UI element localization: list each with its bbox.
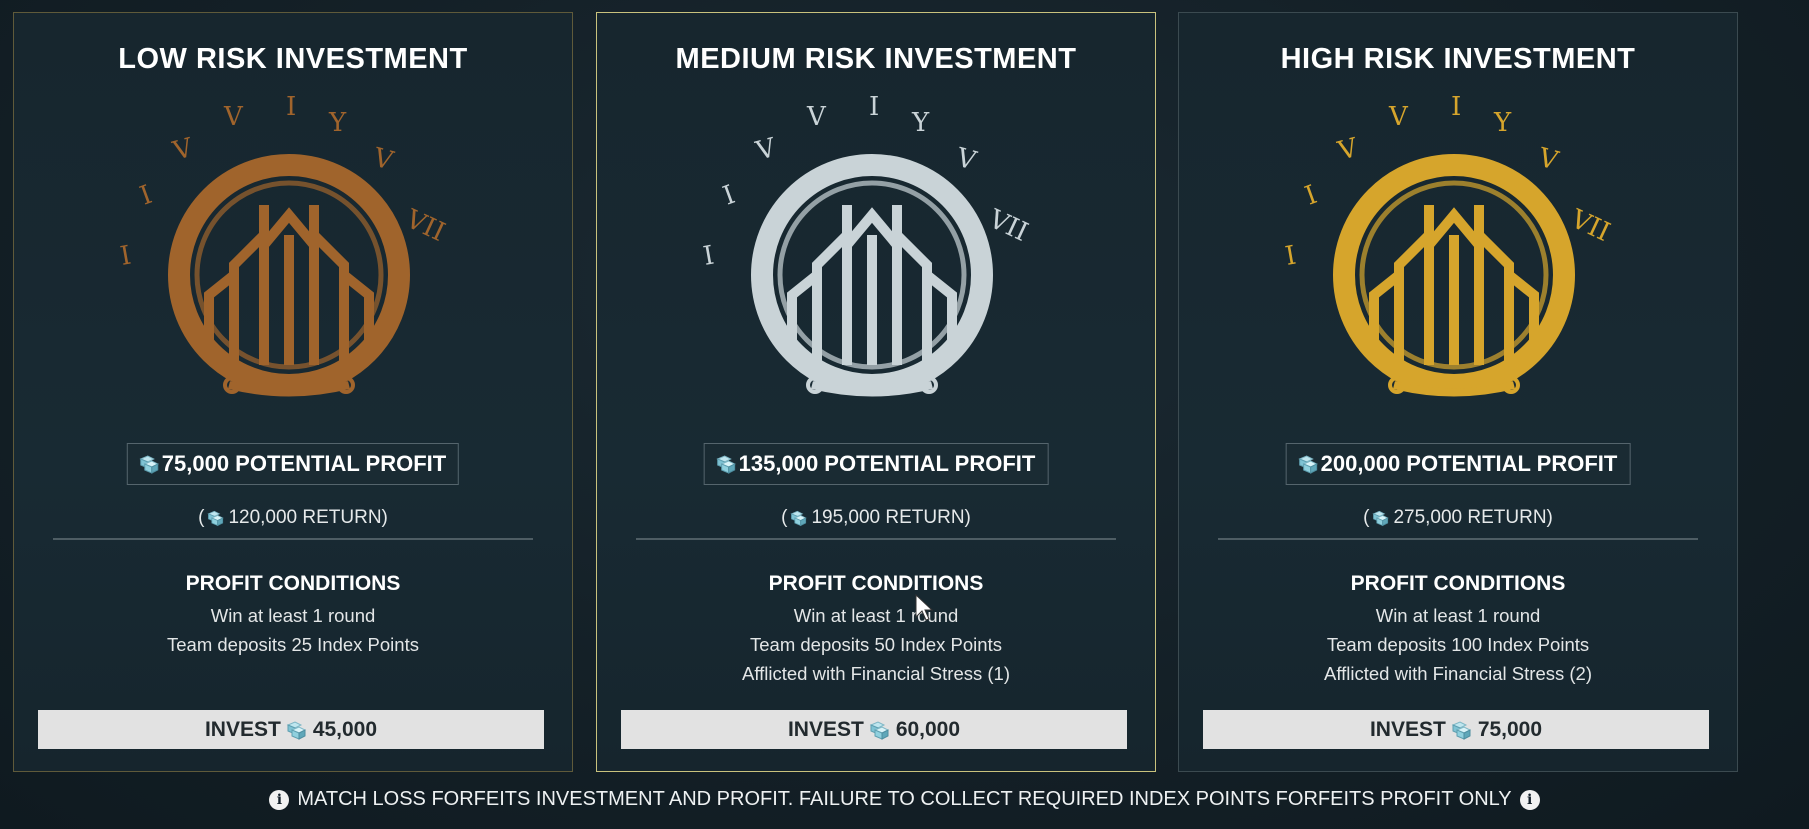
return-open-paren: ( xyxy=(1363,507,1370,528)
profit-conditions-title: PROFIT CONDITIONS xyxy=(1350,572,1566,595)
silver-emblem-icon xyxy=(697,95,1057,435)
profit-conditions-title: PROFIT CONDITIONS xyxy=(185,572,401,595)
platinum-icon xyxy=(715,452,739,476)
condition-item: Team deposits 25 Index Points xyxy=(167,634,419,655)
return-open-paren: ( xyxy=(198,507,205,528)
divider xyxy=(1218,538,1698,540)
condition-item: Win at least 1 round xyxy=(793,605,959,626)
invest-medium-button[interactable]: INVEST 60,000 xyxy=(621,710,1127,749)
invest-amount: 75,000 xyxy=(1477,717,1543,741)
condition-item: Afflicted with Financial Stress (1) xyxy=(741,663,1010,684)
condition-item: Team deposits 50 Index Points xyxy=(750,634,1002,655)
info-icon[interactable]: i xyxy=(269,789,290,810)
high-risk-card: HIGH RISK INVESTMENT 200,000 POTENTIAL P… xyxy=(1178,12,1738,772)
platinum-icon xyxy=(868,718,892,742)
potential-profit-text: 135,000 POTENTIAL PROFIT xyxy=(738,451,1036,476)
return-text: 195,000 RETURN) xyxy=(811,507,971,528)
invest-amount: 60,000 xyxy=(895,717,961,741)
invest-label: INVEST xyxy=(204,717,281,741)
divider xyxy=(53,538,533,540)
card-title: HIGH RISK INVESTMENT xyxy=(1280,43,1636,75)
gold-emblem-icon xyxy=(1279,95,1639,435)
mouse-cursor-icon xyxy=(915,593,934,621)
invest-label: INVEST xyxy=(787,717,864,741)
platinum-icon xyxy=(138,452,162,476)
potential-profit-text: 75,000 POTENTIAL PROFIT xyxy=(161,451,447,476)
condition-item: Win at least 1 round xyxy=(210,605,376,626)
condition-item: Team deposits 100 Index Points xyxy=(1326,634,1590,655)
footer-notice: i MATCH LOSS FORFEITS INVESTMENT AND PRO… xyxy=(0,788,1809,811)
potential-profit-box: 200,000 POTENTIAL PROFIT xyxy=(1285,443,1631,485)
invest-high-button[interactable]: INVEST 75,000 xyxy=(1203,710,1709,749)
card-title: MEDIUM RISK INVESTMENT xyxy=(675,43,1077,75)
footer-text: MATCH LOSS FORFEITS INVESTMENT AND PROFI… xyxy=(297,788,1512,810)
platinum-icon xyxy=(789,508,809,528)
return-line: ( 275,000 RETURN) xyxy=(1179,507,1737,529)
low-risk-card: LOW RISK INVESTMENT 75,000 POTENTIAL PRO… xyxy=(13,12,573,772)
potential-profit-box: 75,000 POTENTIAL PROFIT xyxy=(126,443,460,485)
invest-low-button[interactable]: INVEST 45,000 xyxy=(38,710,544,749)
info-icon[interactable]: i xyxy=(1519,789,1540,810)
return-text: 120,000 RETURN) xyxy=(228,507,388,528)
return-open-paren: ( xyxy=(781,507,788,528)
return-line: ( 120,000 RETURN) xyxy=(14,507,572,529)
return-text: 275,000 RETURN) xyxy=(1393,507,1553,528)
platinum-icon xyxy=(206,508,226,528)
platinum-icon xyxy=(1371,508,1391,528)
platinum-icon xyxy=(1297,452,1321,476)
platinum-icon xyxy=(1450,718,1474,742)
bronze-emblem-icon xyxy=(114,95,474,435)
invest-amount: 45,000 xyxy=(312,717,378,741)
medium-risk-card: MEDIUM RISK INVESTMENT 135,000 POTENTIAL… xyxy=(596,12,1156,772)
potential-profit-box: 135,000 POTENTIAL PROFIT xyxy=(703,443,1049,485)
card-title: LOW RISK INVESTMENT xyxy=(118,43,468,75)
profit-conditions-title: PROFIT CONDITIONS xyxy=(768,572,984,595)
invest-label: INVEST xyxy=(1369,717,1446,741)
return-line: ( 195,000 RETURN) xyxy=(597,507,1155,529)
platinum-icon xyxy=(285,718,309,742)
potential-profit-text: 200,000 POTENTIAL PROFIT xyxy=(1320,451,1618,476)
divider xyxy=(636,538,1116,540)
condition-item: Win at least 1 round xyxy=(1375,605,1541,626)
condition-item: Afflicted with Financial Stress (2) xyxy=(1323,663,1592,684)
